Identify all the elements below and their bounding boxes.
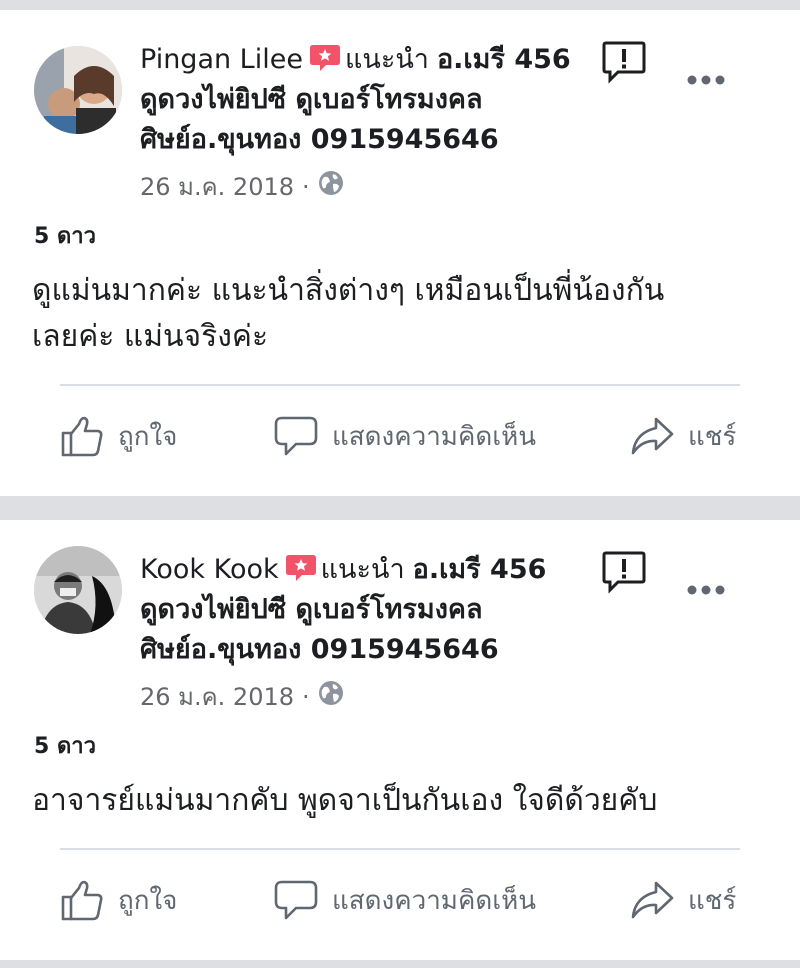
like-button[interactable]: ถูกใจ: [60, 870, 177, 930]
comment-button[interactable]: แสดงความคิดเห็น: [274, 406, 536, 466]
review-text: อาจารย์แม่นมากคับ พูดจาเป็นกันเอง ใจดีด้…: [32, 778, 762, 824]
page-name-line-3[interactable]: ศิษย์อ.ขุนทอง 0915945646: [140, 124, 499, 155]
page-name-line-2[interactable]: ดูดวงไพ่ยิปซี ดูเบอร์โทรมงคล: [140, 594, 482, 625]
comment-bubble-icon: [274, 880, 318, 920]
review-card: Pingan Lilee แนะนำ อ.เมรี 456 ดูดวงไพ่ยิปซ…: [0, 10, 800, 496]
page-name-line-3[interactable]: ศิษย์อ.ขุนทอง 0915945646: [140, 634, 499, 665]
globe-icon: [318, 170, 344, 205]
review-text: ดูแม่นมากค่ะ แนะนำสิ่งต่างๆ เหมือนเป็นพี…: [32, 268, 762, 360]
meta-separator: ·: [302, 173, 310, 201]
post-meta: 26 ม.ค. 2018 ·: [140, 680, 344, 714]
share-arrow-icon: [631, 417, 674, 455]
action-bar: ถูกใจ แสดงความคิดเห็น แชร์: [0, 406, 800, 466]
avatar[interactable]: [34, 546, 122, 634]
review-card: Kook Kook แนะนำ อ.เมรี 456 ดูดวงไพ่ยิปซี ด…: [0, 520, 800, 960]
page-name-line-2[interactable]: ดูดวงไพ่ยิปซี ดูเบอร์โทรมงคล: [140, 84, 482, 115]
page-name[interactable]: อ.เมรี 456: [437, 44, 571, 75]
comment-button[interactable]: แสดงความคิดเห็น: [274, 870, 536, 930]
reviews-feed: Pingan Lilee แนะนำ อ.เมรี 456 ดูดวงไพ่ยิปซ…: [0, 0, 800, 968]
recommends-label: แนะนำ: [320, 554, 405, 585]
author-name[interactable]: Pingan Lilee: [140, 44, 303, 75]
author-name[interactable]: Kook Kook: [140, 554, 279, 585]
review-header: Kook Kook แนะนำ อ.เมรี 456 ดูดวงไพ่ยิปซี ด…: [140, 550, 670, 670]
share-arrow-icon: [631, 881, 674, 919]
meta-separator: ·: [302, 683, 310, 711]
share-button[interactable]: แชร์: [630, 406, 736, 466]
post-date[interactable]: 26 ม.ค. 2018: [140, 170, 294, 204]
more-options-icon[interactable]: [684, 70, 728, 90]
page-name[interactable]: อ.เมรี 456: [413, 554, 547, 585]
like-label: ถูกใจ: [118, 421, 178, 452]
comment-bubble-icon: [274, 416, 318, 456]
review-text-line: ดูแม่นมากค่ะ แนะนำสิ่งต่างๆ เหมือนเป็นพี…: [32, 273, 665, 308]
share-button[interactable]: แชร์: [630, 870, 736, 930]
avatar[interactable]: [34, 46, 122, 134]
post-meta: 26 ม.ค. 2018 ·: [140, 170, 344, 204]
divider: [60, 848, 740, 850]
review-text-line: เลยค่ะ แม่นจริงค่ะ: [32, 319, 269, 354]
comment-label: แสดงความคิดเห็น: [332, 885, 537, 916]
thumbs-up-icon: [61, 880, 103, 921]
recommends-label: แนะนำ: [344, 44, 429, 75]
review-text-line: อาจารย์แม่นมากคับ พูดจาเป็นกันเอง ใจดีด้…: [32, 783, 658, 818]
comment-label: แสดงความคิดเห็น: [332, 421, 537, 452]
globe-icon: [318, 680, 344, 715]
share-label: แชร์: [688, 885, 737, 916]
like-label: ถูกใจ: [118, 885, 178, 916]
report-icon[interactable]: [602, 40, 646, 84]
report-icon[interactable]: [602, 550, 646, 594]
thumbs-up-icon: [61, 416, 103, 457]
star-rating: 5 ดาว: [34, 734, 96, 759]
like-button[interactable]: ถูกใจ: [60, 406, 177, 466]
post-date[interactable]: 26 ม.ค. 2018: [140, 680, 294, 714]
star-rating: 5 ดาว: [34, 224, 96, 249]
recommend-badge-icon: [309, 43, 341, 73]
more-options-icon[interactable]: [684, 580, 728, 600]
recommend-badge-icon: [285, 553, 317, 583]
review-header: Pingan Lilee แนะนำ อ.เมรี 456 ดูดวงไพ่ยิปซ…: [140, 40, 670, 160]
share-label: แชร์: [688, 421, 737, 452]
divider: [60, 384, 740, 386]
action-bar: ถูกใจ แสดงความคิดเห็น แชร์: [0, 870, 800, 930]
